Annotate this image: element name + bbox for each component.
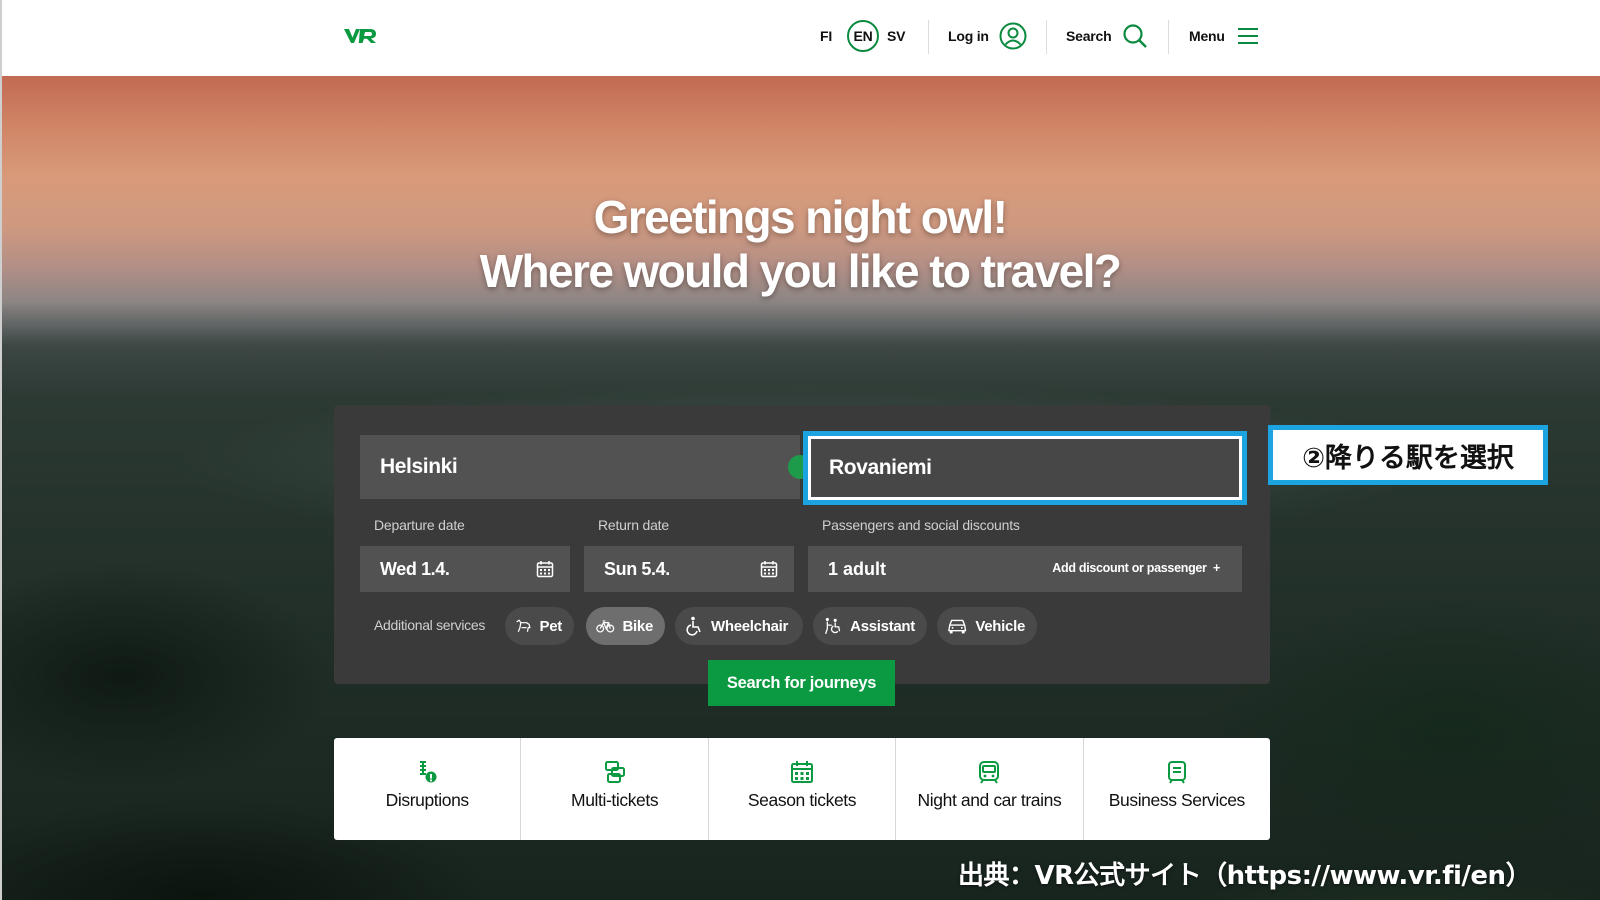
service-chip-assistant[interactable]: Assistant [813,607,927,645]
hamburger-icon [1237,27,1259,45]
passengers-label: Passengers and social discounts [822,517,1020,533]
multi-tickets-icon [604,761,625,783]
quick-links-bar: Disruptions Multi-tickets Season tickets… [334,738,1270,840]
service-chip-vehicle[interactable]: Vehicle [937,607,1037,645]
departure-station-field[interactable]: Helsinki [360,435,800,499]
service-label-assistant: Assistant [850,617,915,635]
quick-link-season-tickets[interactable]: Season tickets [709,738,897,840]
source-credit: 出典：VR公式サイト（https://www.vr.fi/en） [958,861,1532,891]
menu-button[interactable]: Menu [1189,0,1259,72]
calendar-icon [536,561,554,578]
quick-link-label: Night and car trains [917,790,1062,810]
service-label-bike: Bike [622,617,654,635]
assistant-icon [824,617,841,635]
divider [1046,20,1047,54]
quick-link-night-trains[interactable]: Night and car trains [896,738,1084,840]
search-button[interactable]: Search [1066,0,1148,72]
arrival-station-field[interactable]: Rovaniemi [803,431,1247,505]
add-discount-button[interactable]: Add discount or passenger + [1052,561,1220,575]
annotation-callout: ②降りる駅を選択 [1268,425,1548,485]
login-button[interactable]: Log in [948,0,1027,72]
search-label: Search [1066,28,1112,44]
additional-services-label: Additional services [374,617,486,633]
divider [1168,20,1169,54]
service-label-pet: Pet [539,617,563,635]
departure-date-field[interactable]: Wed 1.4. [360,546,570,592]
passengers-value: 1 adult [828,559,887,579]
return-date-label: Return date [598,517,669,533]
divider [928,20,929,54]
disruptions-icon [420,761,437,783]
menu-label: Menu [1189,28,1225,44]
return-date-field[interactable]: Sun 5.4. [584,546,794,592]
quick-link-label: Disruptions [385,790,470,810]
arrival-station-value: Rovaniemi [829,456,932,479]
search-journeys-button[interactable]: Search for journeys [708,660,895,706]
add-discount-label: Add discount or passenger [1052,561,1207,575]
departure-date-label: Departure date [374,517,465,533]
departure-date-value: Wed 1.4. [380,559,450,579]
search-icon [1122,23,1148,49]
service-chip-pet[interactable]: Pet [505,607,574,645]
lang-sv[interactable]: SV [887,0,905,72]
quick-link-disruptions[interactable]: Disruptions [334,738,522,840]
quick-link-label: Multi-tickets [571,790,659,810]
season-tickets-icon [791,761,814,783]
login-label: Log in [948,28,989,44]
service-chip-bike[interactable]: Bike [586,607,665,645]
pet-icon [516,619,531,633]
quick-link-business[interactable]: Business Services [1084,738,1270,840]
passengers-field[interactable]: 1 adult Add discount or passenger + [808,546,1242,592]
train-icon [979,761,1000,784]
calendar-icon [760,561,778,578]
lang-fi[interactable]: FI [820,0,832,72]
service-chip-wheelchair[interactable]: Wheelchair [675,607,803,645]
vehicle-icon [948,619,967,634]
service-label-wheelchair: Wheelchair [711,617,789,635]
service-label-vehicle: Vehicle [975,617,1025,635]
departure-station-value: Helsinki [380,455,458,478]
quick-link-label: Business Services [1108,790,1246,810]
quick-link-label: Season tickets [747,790,857,810]
quick-link-multi-tickets[interactable]: Multi-tickets [521,738,709,840]
vr-logo[interactable] [342,24,382,48]
hero-greeting: Greetings night owl! [593,191,1008,243]
plus-icon: + [1213,561,1220,575]
user-icon [999,22,1027,50]
business-icon [1167,761,1186,784]
lang-en[interactable]: EN [847,20,879,52]
site-header: FI EN SV Log in Search Menu [0,0,1600,76]
bike-icon [596,620,615,633]
wheelchair-icon [686,616,701,636]
hero-question: Where would you like to travel? [479,245,1122,297]
return-date-value: Sun 5.4. [604,559,670,579]
